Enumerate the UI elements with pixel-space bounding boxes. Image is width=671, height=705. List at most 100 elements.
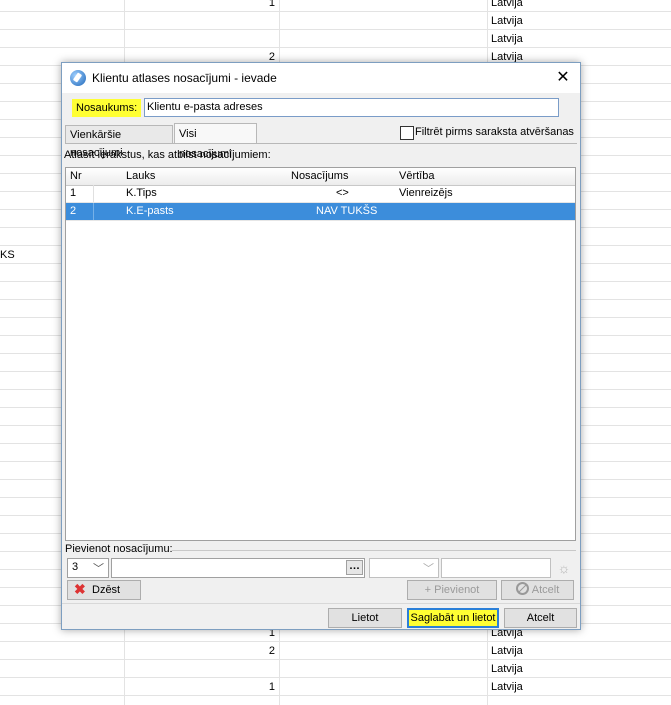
background-cell — [0, 102, 60, 119]
background-cell — [0, 12, 60, 29]
background-cell — [0, 426, 60, 443]
background-cell: KS — [0, 249, 15, 261]
tab-all-conditions[interactable]: Visi nosacījumi — [174, 123, 257, 160]
background-cell — [0, 228, 60, 245]
app-icon — [70, 70, 86, 86]
field-select[interactable]: 3 ﹀ — [67, 558, 109, 578]
background-cell — [0, 570, 60, 587]
background-cell — [0, 48, 60, 65]
background-row: Latvija — [0, 12, 671, 30]
chevron-down-icon: ﹀ — [93, 563, 104, 575]
background-cell: Latvija — [491, 681, 523, 693]
background-cell — [0, 66, 60, 83]
background-cell: Latvija — [491, 15, 523, 27]
title-bar: Klientu atlases nosacījumi - ievade ✕ — [62, 63, 580, 93]
grid-header: Nr Lauks Nosacījums Vērtība — [66, 168, 575, 186]
background-row: 1 Latvija — [0, 0, 671, 12]
background-cell — [0, 660, 60, 677]
background-cell — [124, 12, 275, 29]
row-value: Vienreizējs — [399, 187, 453, 199]
condition-text-input[interactable] — [111, 558, 365, 578]
background-cell: Latvija — [491, 663, 523, 675]
background-cell: 2 — [268, 645, 275, 657]
column-header-nr[interactable]: Nr — [70, 168, 82, 185]
apply-button[interactable]: Lietot — [328, 608, 402, 628]
divider — [172, 550, 576, 551]
background-row: 2 Latvija — [0, 642, 671, 660]
background-cell — [0, 30, 60, 47]
conditions-grid[interactable]: Nr Lauks Nosacījums Vērtība 1 K.Tips <> … — [65, 167, 576, 541]
ban-icon — [515, 582, 529, 595]
background-cell — [0, 498, 60, 515]
delete-icon: ✖ — [74, 581, 86, 597]
table-row[interactable]: 2 K.E-pasts NAV TUKŠS — [66, 203, 575, 221]
background-cell — [0, 210, 60, 227]
delete-label: Dzēst — [92, 584, 121, 596]
background-cell: 1 — [268, 0, 275, 9]
background-cell — [0, 372, 60, 389]
background-cell — [0, 264, 60, 281]
row-condition: <> — [336, 187, 349, 199]
column-header-field[interactable]: Lauks — [126, 168, 155, 185]
background-cell: 1 — [268, 681, 275, 693]
background-cell — [0, 408, 60, 425]
sun-icon[interactable]: ☼ — [556, 560, 572, 576]
column-header-value[interactable]: Vērtība — [399, 168, 434, 185]
field-select-value: 3 — [72, 561, 79, 573]
background-cell — [0, 354, 60, 371]
add-condition-label: Pievienot nosacījumu: — [65, 543, 173, 555]
value-input[interactable] — [441, 558, 551, 578]
row-field: K.E-pasts — [126, 205, 174, 217]
background-cell — [0, 516, 60, 533]
background-cell — [0, 444, 60, 461]
filter-checkbox[interactable] — [400, 126, 414, 140]
background-cell — [0, 624, 60, 641]
background-row: Latvija — [0, 30, 671, 48]
background-cell — [0, 84, 60, 101]
background-cell — [0, 588, 60, 605]
background-cell — [0, 462, 60, 479]
background-cell — [0, 0, 60, 11]
background-cell — [0, 120, 60, 137]
background-row: Latvija — [0, 660, 671, 678]
background-cell — [0, 336, 60, 353]
row-condition: NAV TUKŠS — [316, 205, 378, 217]
add-button[interactable]: + Pievienot — [407, 580, 497, 600]
row-field: K.Tips — [126, 187, 157, 199]
table-row[interactable]: 1 K.Tips <> Vienreizējs — [66, 185, 575, 203]
name-input[interactable]: Klientu e-pasta adreses — [144, 98, 559, 117]
operator-select[interactable]: ﹀ — [369, 558, 439, 578]
close-icon: ✕ — [556, 69, 570, 86]
background-cell — [0, 642, 60, 659]
background-cell — [0, 390, 60, 407]
chevron-down-icon: ﹀ — [423, 563, 434, 575]
save-and-apply-button[interactable]: Saglabāt un lietot — [407, 608, 499, 628]
divider — [62, 603, 580, 604]
close-button[interactable]: ✕ — [546, 63, 580, 93]
cancel-button[interactable]: Atcelt — [504, 608, 577, 628]
background-cell: Latvija — [491, 33, 523, 45]
tab-simple-conditions[interactable]: Vienkāršie nosacījumi — [65, 125, 173, 159]
panel-label: Atlasīt ierakstus, kas atbilst nosacījum… — [64, 149, 271, 161]
background-cell — [0, 156, 60, 173]
column-header-condition[interactable]: Nosacījums — [291, 168, 348, 185]
background-cell — [124, 660, 275, 677]
background-cell — [0, 282, 60, 299]
cancel-condition-button[interactable]: Atcelt — [501, 580, 574, 600]
background-cell — [0, 138, 60, 155]
delete-button[interactable]: ✖ Dzēst — [67, 580, 141, 600]
background-cell — [124, 30, 275, 47]
row-nr: 1 — [70, 187, 77, 199]
background-cell — [0, 318, 60, 335]
name-label: Nosaukums: — [72, 99, 142, 117]
ellipsis-button[interactable]: … — [346, 560, 363, 575]
background-cell — [0, 192, 60, 209]
background-cell: Latvija — [491, 0, 523, 9]
dialog-title: Klientu atlases nosacījumi - ievade — [92, 71, 277, 85]
background-cell — [0, 678, 60, 695]
background-cell — [0, 480, 60, 497]
background-cell — [0, 606, 60, 623]
background-cell — [0, 552, 60, 569]
cancel-condition-label: Atcelt — [531, 584, 560, 596]
background-cell — [0, 174, 60, 191]
